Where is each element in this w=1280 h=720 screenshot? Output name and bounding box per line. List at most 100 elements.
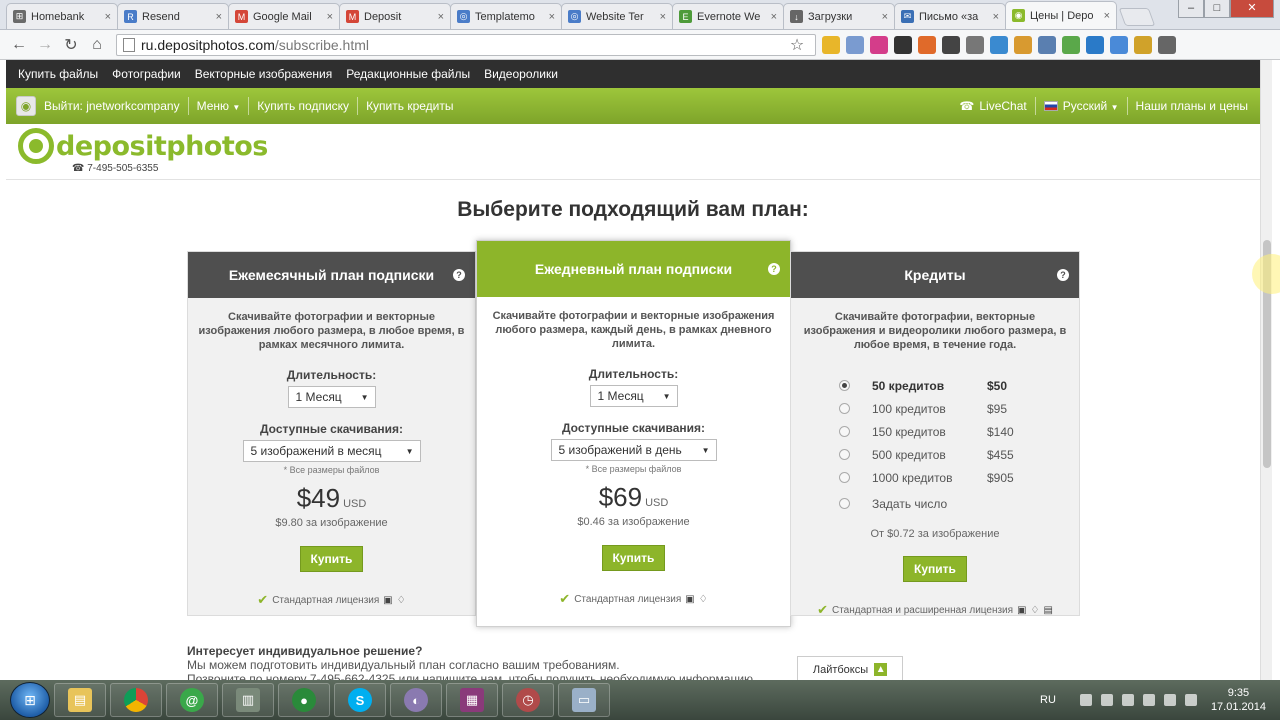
close-window-button[interactable]: ✕ <box>1230 0 1274 18</box>
duration-select[interactable]: 1 Месяц ▼ <box>287 386 376 408</box>
taskbar-winrar[interactable]: ▦ <box>446 683 498 717</box>
browser-tab[interactable]: ◎ Templatemo × <box>450 3 562 29</box>
battery-icon[interactable] <box>1121 694 1134 706</box>
browser-tab[interactable]: M Deposit × <box>339 3 451 29</box>
volume-icon[interactable] <box>1163 694 1176 706</box>
tab-close-icon[interactable]: × <box>327 11 333 23</box>
taskbar-app[interactable]: ▭ <box>558 683 610 717</box>
bluetooth-icon[interactable] <box>1184 694 1197 706</box>
nav-videos[interactable]: Видеоролики <box>484 67 558 81</box>
browser-tab-active[interactable]: ◉ Цены | Depo × <box>1005 1 1117 29</box>
taskbar-mail[interactable]: @ <box>166 683 218 717</box>
language-dropdown[interactable]: Русский ▼ <box>1063 99 1119 113</box>
browser-tab[interactable]: ◎ Website Ter × <box>561 3 673 29</box>
buy-monthly-button[interactable]: Купить <box>299 546 364 572</box>
help-icon[interactable]: ? <box>1057 269 1069 281</box>
credit-option[interactable]: 50 кредитов $50 <box>839 374 1079 397</box>
clock[interactable]: 9:35 17.01.2014 <box>1211 686 1266 714</box>
radio-button[interactable] <box>839 472 850 483</box>
browser-tab[interactable]: R Resend × <box>117 3 229 29</box>
extension-icon[interactable] <box>918 35 936 54</box>
taskbar-explorer[interactable]: ▤ <box>54 683 106 717</box>
tab-close-icon[interactable]: × <box>105 11 111 23</box>
logout-link[interactable]: Выйти: jnetworkcompany <box>44 99 180 113</box>
browser-tab[interactable]: ⊞ Homebank × <box>6 3 118 29</box>
extension-icon[interactable] <box>1086 35 1104 54</box>
radio-button[interactable] <box>839 498 850 509</box>
credit-option[interactable]: 100 кредитов $95 <box>839 397 1079 420</box>
tray-expand-icon[interactable] <box>1079 694 1092 706</box>
depositphotos-logo[interactable]: depositphotos <box>18 128 268 164</box>
credit-option[interactable]: 150 кредитов $140 <box>839 420 1079 443</box>
extension-icon[interactable] <box>1062 35 1080 54</box>
extension-icon[interactable] <box>1014 35 1032 54</box>
extension-icon[interactable] <box>1134 35 1152 54</box>
tab-close-icon[interactable]: × <box>882 11 888 23</box>
tab-close-icon[interactable]: × <box>216 11 222 23</box>
nav-vectors[interactable]: Векторные изображения <box>195 67 333 81</box>
tab-close-icon[interactable]: × <box>438 11 444 23</box>
radio-button[interactable] <box>839 403 850 414</box>
radio-button[interactable] <box>839 426 850 437</box>
credit-option[interactable]: 1000 кредитов $905 <box>839 466 1079 489</box>
nav-editorial[interactable]: Редакционные файлы <box>346 67 470 81</box>
extension-icon[interactable] <box>990 35 1008 54</box>
credit-option-custom[interactable]: Задать число <box>839 492 1079 515</box>
address-bar[interactable]: ru.depositphotos.com/subscribe.html <box>116 33 816 56</box>
maximize-button[interactable]: □ <box>1204 0 1230 18</box>
minimize-button[interactable]: – <box>1178 0 1204 18</box>
extension-icon[interactable] <box>822 35 840 54</box>
extension-icon[interactable] <box>942 35 960 54</box>
extension-icon[interactable] <box>1038 35 1056 54</box>
buy-subscription-link[interactable]: Купить подписку <box>257 99 349 113</box>
livechat-link[interactable]: LiveChat <box>979 99 1026 113</box>
back-arrow-icon[interactable]: ← <box>8 34 30 56</box>
taskbar-chrome[interactable] <box>110 683 162 717</box>
tab-close-icon[interactable]: × <box>993 11 999 23</box>
duration-select[interactable]: 1 Месяц ▼ <box>589 385 678 407</box>
help-icon[interactable]: ? <box>768 263 780 275</box>
taskbar-app[interactable]: ◷ <box>502 683 554 717</box>
buy-credits-button[interactable]: Купить <box>903 556 967 582</box>
menu-icon[interactable] <box>1158 35 1176 54</box>
help-icon[interactable]: ? <box>453 269 465 281</box>
reload-icon[interactable]: ↻ <box>60 34 82 56</box>
nav-photos[interactable]: Фотографии <box>112 67 181 81</box>
credit-option[interactable]: 500 кредитов $455 <box>839 443 1079 466</box>
tab-close-icon[interactable]: × <box>660 11 666 23</box>
bookmark-star-icon[interactable]: ☆ <box>786 34 808 56</box>
extension-icon[interactable] <box>846 35 864 54</box>
buy-daily-button[interactable]: Купить <box>601 545 666 571</box>
new-tab-button[interactable] <box>1118 8 1156 26</box>
browser-tab[interactable]: ↓ Загрузки × <box>783 3 895 29</box>
browser-tab[interactable]: M Google Mail × <box>228 3 340 29</box>
plans-prices-link[interactable]: Наши планы и цены <box>1136 99 1248 113</box>
network-icon[interactable] <box>1142 694 1155 706</box>
tab-close-icon[interactable]: × <box>549 11 555 23</box>
taskbar-skype[interactable]: S <box>334 683 386 717</box>
downloads-select[interactable]: 5 изображений в день ▼ <box>550 439 717 461</box>
flag-icon[interactable] <box>1100 694 1113 706</box>
downloads-select[interactable]: 5 изображений в месяц ▼ <box>242 440 421 462</box>
extension-icon[interactable] <box>966 35 984 54</box>
lightbox-tab[interactable]: Лайтбоксы ▲ <box>797 656 903 682</box>
taskbar-app[interactable]: ◐ <box>390 683 442 717</box>
page-scrollbar[interactable] <box>1260 60 1272 680</box>
radio-button[interactable] <box>839 380 850 391</box>
tab-close-icon[interactable]: × <box>1104 10 1110 22</box>
nav-buy-files[interactable]: Купить файлы <box>18 67 98 81</box>
browser-tab[interactable]: E Evernote We × <box>672 3 784 29</box>
start-button[interactable]: ⊞ <box>10 682 50 718</box>
taskbar-app[interactable]: ● <box>278 683 330 717</box>
menu-dropdown[interactable]: Меню ▼ <box>197 99 241 113</box>
taskbar-app[interactable]: ▥ <box>222 683 274 717</box>
buy-credits-link[interactable]: Купить кредиты <box>366 99 453 113</box>
tab-close-icon[interactable]: × <box>771 11 777 23</box>
gear-icon[interactable] <box>894 35 912 54</box>
radio-button[interactable] <box>839 449 850 460</box>
browser-tab[interactable]: ✉ Письмо «за × <box>894 3 1006 29</box>
extension-icon[interactable] <box>870 35 888 54</box>
language-indicator[interactable]: RU <box>1040 694 1056 706</box>
forward-arrow-icon[interactable]: → <box>34 34 56 56</box>
extension-icon[interactable] <box>1110 35 1128 54</box>
